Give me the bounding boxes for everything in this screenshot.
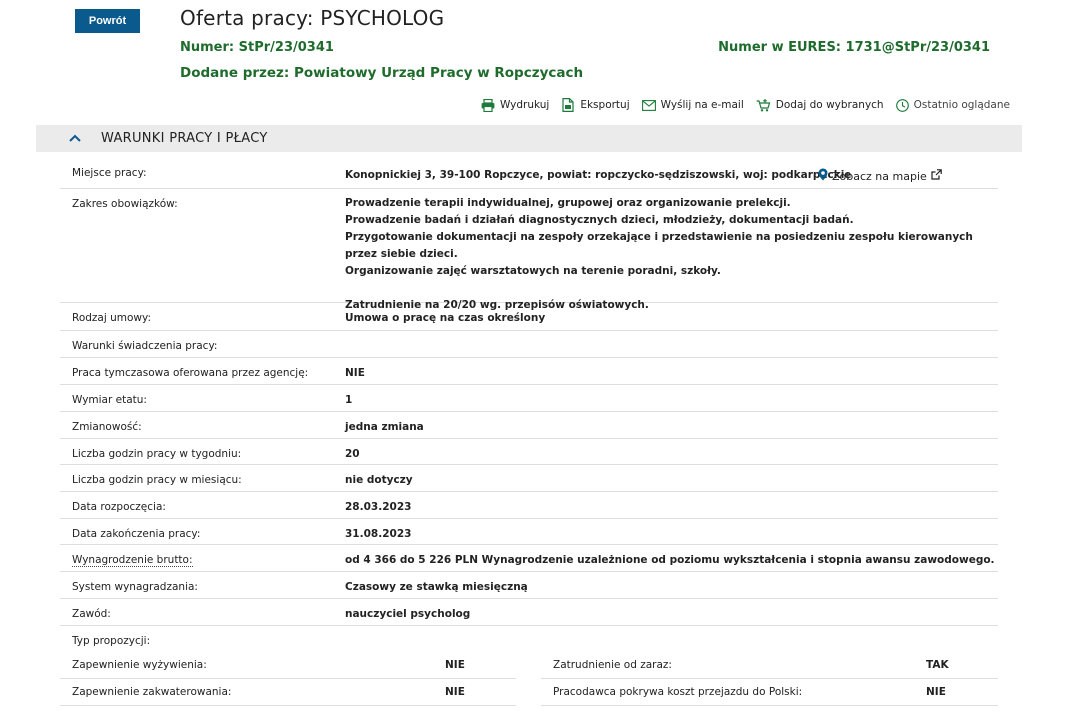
pair-zakwaterowanie: Zapewnienie zakwaterowania: NIE [60, 679, 516, 706]
added-by: Dodane przez: Powiatowy Urząd Pracy w Ro… [180, 65, 583, 81]
row-rodzaj: Rodzaj umowy: Umowa o pracę na czas okre… [60, 303, 998, 331]
pair-value: NIE [445, 686, 465, 698]
add-favorites-icon [756, 98, 771, 112]
envelope-icon [641, 99, 656, 111]
field-label: Zawód: [72, 608, 111, 620]
pair-value: TAK [926, 659, 949, 671]
pair-label: Zapewnienie zakwaterowania: [72, 686, 232, 698]
field-label: Zmianowość: [72, 421, 142, 433]
pair-value: NIE [926, 686, 946, 698]
field-value [345, 331, 998, 357]
pair-label: Pracodawca pokrywa koszt przejazdu do Po… [553, 686, 803, 698]
chevron-up-icon [69, 132, 81, 145]
field-value: jedna zmiana [345, 421, 424, 433]
duty-line: Prowadzenie badań i działań diagnostyczn… [345, 214, 854, 226]
export-action[interactable]: Eksportuj [561, 98, 630, 112]
field-label: Rodzaj umowy: [72, 312, 151, 324]
section-title: WARUNKI PRACY I PŁACY [101, 131, 268, 146]
added-by-label: Dodane przez: [180, 65, 290, 81]
field-label: Praca tymczasowa oferowana przez agencję… [72, 367, 309, 379]
printer-icon [481, 98, 495, 112]
clock-icon [895, 98, 909, 112]
page-title: Oferta pracy: PSYCHOLOG [180, 6, 445, 30]
actions-toolbar: Wydrukuj Eksportuj Wyślij na e-mail Doda… [481, 98, 1010, 112]
duty-line: Organizowanie zajęć warsztatowych na ter… [345, 265, 721, 277]
row-zmianowosc: Zmianowość: jedna zmiana [60, 412, 998, 439]
salary-abbr[interactable]: Wynagrodzenie brutto: [72, 554, 193, 567]
row-data-rozp: Data rozpoczęcia: 28.03.2023 [60, 492, 998, 519]
field-value: 20 [345, 448, 360, 460]
row-godz-tydz: Liczba godzin pracy w tygodniu: 20 [60, 439, 998, 465]
duty-line: Przygotowanie dokumentacji na zespoły or… [345, 231, 973, 260]
pair-przejazd: Pracodawca pokrywa koszt przejazdu do Po… [541, 679, 998, 706]
row-data-zak: Data zakończenia pracy: 31.08.2023 [60, 519, 998, 545]
email-action[interactable]: Wyślij na e-mail [641, 99, 744, 111]
conditions-table: Miejsce pracy: Konopnickiej 3, 39-100 Ro… [60, 158, 998, 652]
field-value: 1 [345, 394, 353, 406]
row-wymiar: Wymiar etatu: 1 [60, 385, 998, 412]
favorites-action[interactable]: Dodaj do wybranych [756, 98, 884, 112]
duty-line: Prowadzenie terapii indywidualnej, grupo… [345, 197, 791, 209]
back-button[interactable]: Powrót [75, 9, 140, 33]
field-value-list: Prowadzenie terapii indywidualnej, grupo… [345, 189, 998, 311]
row-zakres: Zakres obowiązków: Prowadzenie terapii i… [60, 189, 998, 311]
pair-od-zaraz: Zatrudnienie od zaraz: TAK [541, 652, 998, 679]
row-tymczasowa: Praca tymczasowa oferowana przez agencję… [60, 358, 998, 385]
pair-wyzywienie: Zapewnienie wyżywienia: NIE [60, 652, 516, 679]
added-by-value: Powiatowy Urząd Pracy w Ropczycach [294, 65, 584, 81]
row-wynagrodzenie: Wynagrodzenie brutto: od 4 366 do 5 226 … [60, 545, 998, 572]
offer-number: Numer: StPr/23/0341 [180, 40, 334, 55]
favorites-label: Dodaj do wybranych [775, 99, 884, 111]
row-system: System wynagradzania: Czasowy ze stawką … [60, 572, 998, 599]
row-zawod: Zawód: nauczyciel psycholog [60, 599, 998, 626]
map-link[interactable]: Zobacz na mapie [818, 168, 942, 184]
field-value: Umowa o pracę na czas określony [345, 312, 546, 324]
proposal-type-grid: Zapewnienie wyżywienia: NIE Zatrudnienie… [60, 652, 998, 712]
eures-number-label: Numer w EURES: [718, 40, 841, 55]
section-toggle-warunki[interactable]: WARUNKI PRACY I PŁACY [36, 125, 1022, 152]
field-value: od 4 366 do 5 226 PLN Wynagrodzenie uzal… [345, 554, 995, 566]
field-label: Wynagrodzenie brutto: [60, 545, 345, 571]
print-label: Wydrukuj [499, 99, 550, 111]
field-label: Typ propozycji: [72, 635, 151, 647]
pair-label: Zapewnienie wyżywienia: [72, 659, 207, 671]
field-value: NIE [345, 367, 365, 379]
row-warunki: Warunki świadczenia pracy: [60, 331, 998, 358]
field-value: nie dotyczy [345, 474, 413, 486]
row-godz-mies: Liczba godzin pracy w miesiącu: nie doty… [60, 465, 998, 492]
field-value: nauczyciel psycholog [345, 608, 471, 620]
email-label: Wyślij na e-mail [660, 99, 744, 111]
print-action[interactable]: Wydrukuj [481, 98, 550, 112]
field-label: Miejsce pracy: [72, 167, 147, 179]
pair-value: NIE [445, 659, 465, 671]
eures-number: Numer w EURES: 1731@StPr/23/0341 [718, 40, 990, 55]
field-label: Warunki świadczenia pracy: [72, 340, 218, 352]
export-label: Eksportuj [580, 99, 630, 111]
pair-label: Zatrudnienie od zaraz: [553, 659, 672, 671]
recent-action[interactable]: Ostatnio oglądane [895, 98, 1010, 112]
field-label: Wymiar etatu: [72, 394, 147, 406]
map-pin-icon [818, 168, 828, 184]
external-link-icon [931, 169, 942, 183]
row-miejsce: Miejsce pracy: Konopnickiej 3, 39-100 Ro… [60, 158, 998, 189]
field-value: Czasowy ze stawką miesięczną [345, 581, 528, 593]
eures-number-value: 1731@StPr/23/0341 [845, 40, 990, 55]
map-link-label: Zobacz na mapie [832, 169, 927, 183]
field-label: Liczba godzin pracy w miesiącu: [72, 474, 242, 486]
field-label: Data rozpoczęcia: [72, 501, 166, 513]
offer-number-value: StPr/23/0341 [238, 40, 334, 55]
field-label: Liczba godzin pracy w tygodniu: [72, 448, 242, 460]
recent-label: Ostatnio oglądane [913, 99, 1010, 111]
export-file-icon [561, 98, 575, 112]
row-typ: Typ propozycji: [60, 626, 998, 652]
field-label: System wynagradzania: [72, 581, 198, 593]
field-value: 31.08.2023 [345, 528, 412, 540]
offer-number-label: Numer: [180, 40, 235, 55]
field-label: Data zakończenia pracy: [72, 528, 201, 540]
field-value: 28.03.2023 [345, 501, 412, 513]
field-label: Zakres obowiązków: [72, 198, 178, 210]
